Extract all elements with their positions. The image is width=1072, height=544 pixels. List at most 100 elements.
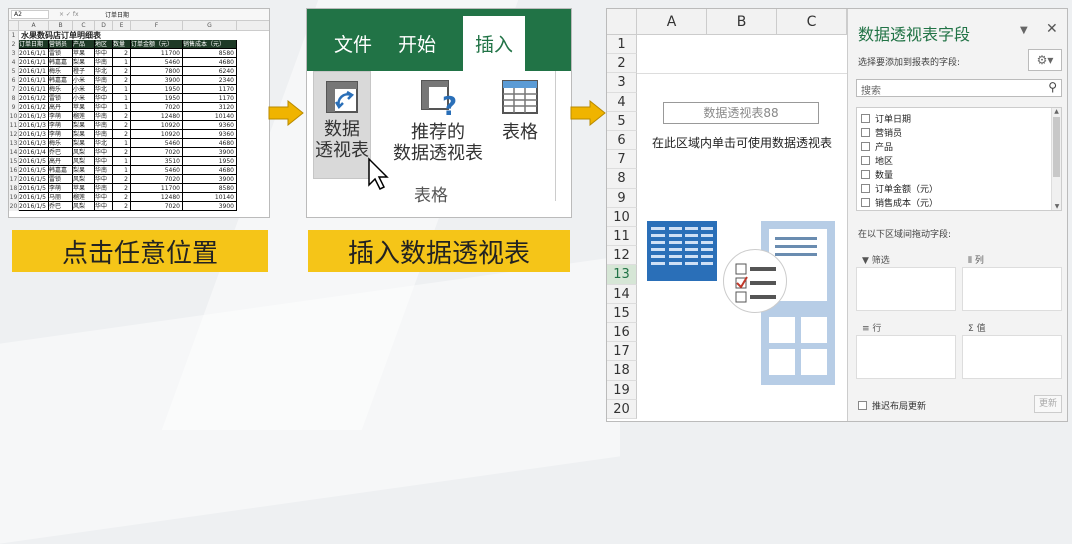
table-cell[interactable]: 2016/1/5 bbox=[19, 184, 49, 193]
tab-file[interactable]: 文件 bbox=[321, 30, 385, 71]
table-cell[interactable]: 2 bbox=[113, 148, 131, 157]
field-checkbox[interactable] bbox=[861, 184, 870, 193]
table-cell[interactable]: 李萌 bbox=[49, 112, 73, 121]
table-cell[interactable]: 橙子 bbox=[73, 67, 95, 76]
table-cell[interactable]: 11700 bbox=[131, 184, 183, 193]
row-header[interactable]: 19 bbox=[607, 380, 637, 400]
table-cell[interactable]: 马丽 bbox=[49, 193, 73, 202]
table-cell[interactable]: 11700 bbox=[131, 49, 183, 58]
field-item[interactable]: 地区 bbox=[861, 154, 1061, 168]
table-cell[interactable]: 1 bbox=[113, 157, 131, 166]
table-cell[interactable]: 3900 bbox=[183, 148, 237, 157]
table-cell[interactable]: 华南 bbox=[95, 121, 113, 130]
table-cell[interactable]: 李萌 bbox=[49, 121, 73, 130]
table-cell[interactable]: 1 bbox=[113, 85, 131, 94]
row-number[interactable]: 20 bbox=[9, 202, 19, 211]
rows-drop-zone[interactable] bbox=[856, 335, 956, 379]
table-cell[interactable]: 乔巴 bbox=[49, 202, 73, 211]
table-cell[interactable]: 李萌 bbox=[49, 130, 73, 139]
table-cell[interactable]: 12480 bbox=[131, 112, 183, 121]
table-cell[interactable]: 1 bbox=[113, 139, 131, 148]
table-cell[interactable]: 1950 bbox=[131, 85, 183, 94]
table-cell[interactable]: 2016/1/1 bbox=[19, 85, 49, 94]
table-cell[interactable]: 韩嘉嘉 bbox=[49, 58, 73, 67]
row-header[interactable]: 2 bbox=[607, 54, 637, 74]
gear-icon[interactable]: ⚙▾ bbox=[1028, 49, 1062, 71]
table-cell[interactable]: 2 bbox=[113, 76, 131, 85]
table-cell[interactable]: 2 bbox=[113, 130, 131, 139]
row-header[interactable]: 11 bbox=[607, 227, 637, 247]
search-box[interactable]: 搜索 ⚲ bbox=[856, 79, 1062, 97]
table-cell[interactable]: 华中 bbox=[95, 175, 113, 184]
table-cell[interactable]: 7020 bbox=[131, 175, 183, 184]
row-number[interactable]: 16 bbox=[9, 166, 19, 175]
table-cell[interactable]: 梨果 bbox=[73, 166, 95, 175]
row-number[interactable]: 18 bbox=[9, 184, 19, 193]
table-cell[interactable]: 华中 bbox=[95, 157, 113, 166]
table-cell[interactable]: 4680 bbox=[183, 139, 237, 148]
table-cell[interactable]: 风梨 bbox=[73, 175, 95, 184]
table-cell[interactable]: 订单日期 bbox=[19, 40, 49, 49]
table-cell[interactable]: 梨果 bbox=[73, 130, 95, 139]
field-checkbox[interactable] bbox=[861, 170, 870, 179]
column-header-c[interactable]: C bbox=[777, 9, 847, 35]
row-header[interactable]: 18 bbox=[607, 361, 637, 381]
pivot-table-illustration[interactable] bbox=[647, 221, 717, 281]
table-cell[interactable]: 2016/1/5 bbox=[19, 175, 49, 184]
update-button[interactable]: 更新 bbox=[1034, 395, 1062, 413]
table-cell[interactable]: 1950 bbox=[131, 94, 183, 103]
field-item[interactable]: 产品 bbox=[861, 140, 1061, 154]
table-cell[interactable]: 7800 bbox=[131, 67, 183, 76]
table-cell[interactable]: 2016/1/2 bbox=[19, 103, 49, 112]
table-cell[interactable]: 2016/1/5 bbox=[19, 202, 49, 211]
table-cell[interactable]: 2016/1/5 bbox=[19, 193, 49, 202]
row-number[interactable]: 14 bbox=[9, 148, 19, 157]
table-cell[interactable]: 2 bbox=[113, 193, 131, 202]
row-header[interactable]: 5 bbox=[607, 111, 637, 131]
table-cell[interactable]: 2 bbox=[113, 49, 131, 58]
table-cell[interactable]: 2016/1/1 bbox=[19, 76, 49, 85]
table-cell[interactable]: 高丹 bbox=[49, 103, 73, 112]
table-cell[interactable]: 韩嘉嘉 bbox=[49, 76, 73, 85]
table-cell[interactable]: 华南 bbox=[95, 184, 113, 193]
row-header[interactable]: 7 bbox=[607, 150, 637, 170]
table-cell[interactable]: 李萌 bbox=[49, 184, 73, 193]
row-number[interactable]: 5 bbox=[9, 67, 19, 76]
row-number[interactable]: 15 bbox=[9, 157, 19, 166]
table-cell[interactable]: 华中 bbox=[95, 193, 113, 202]
field-item[interactable]: 营销员 bbox=[861, 126, 1061, 140]
filter-drop-zone[interactable] bbox=[856, 267, 956, 311]
row-number[interactable]: 2 bbox=[9, 40, 19, 49]
table-cell[interactable]: 订单金额（元） bbox=[131, 40, 183, 49]
column-header[interactable]: C bbox=[73, 21, 95, 30]
table-cell[interactable]: 12480 bbox=[131, 193, 183, 202]
table-cell[interactable]: 2016/1/4 bbox=[19, 148, 49, 157]
table-cell[interactable]: 风梨 bbox=[73, 202, 95, 211]
table-cell[interactable]: 2016/1/3 bbox=[19, 130, 49, 139]
row-number[interactable]: 8 bbox=[9, 94, 19, 103]
table-cell[interactable]: 2 bbox=[113, 121, 131, 130]
table-cell[interactable]: 3510 bbox=[131, 157, 183, 166]
table-cell[interactable]: 营销员 bbox=[49, 40, 73, 49]
values-drop-zone[interactable] bbox=[962, 335, 1062, 379]
table-cell[interactable]: 小米 bbox=[73, 94, 95, 103]
table-cell[interactable]: 1 bbox=[113, 94, 131, 103]
table-cell[interactable]: 地区 bbox=[95, 40, 113, 49]
table-cell[interactable]: 3120 bbox=[183, 103, 237, 112]
table-cell[interactable]: 小米 bbox=[73, 85, 95, 94]
table-cell[interactable]: 苹果 bbox=[73, 103, 95, 112]
table-cell[interactable]: 雷锁 bbox=[49, 49, 73, 58]
table-cell[interactable]: 2016/1/2 bbox=[19, 94, 49, 103]
field-item[interactable]: 销售成本（元） bbox=[861, 196, 1061, 210]
table-cell[interactable]: 1 bbox=[113, 166, 131, 175]
table-cell[interactable]: 3900 bbox=[131, 76, 183, 85]
table-cell[interactable]: 2016/1/3 bbox=[19, 121, 49, 130]
table-cell[interactable]: 1 bbox=[113, 103, 131, 112]
row-header[interactable]: 20 bbox=[607, 399, 637, 419]
row-header[interactable]: 6 bbox=[607, 131, 637, 151]
defer-update-checkbox[interactable] bbox=[858, 401, 867, 410]
table-cell[interactable]: 9360 bbox=[183, 130, 237, 139]
table-cell[interactable]: 梨果 bbox=[73, 58, 95, 67]
table-cell[interactable]: 2016/1/5 bbox=[19, 166, 49, 175]
table-cell[interactable]: 10920 bbox=[131, 121, 183, 130]
